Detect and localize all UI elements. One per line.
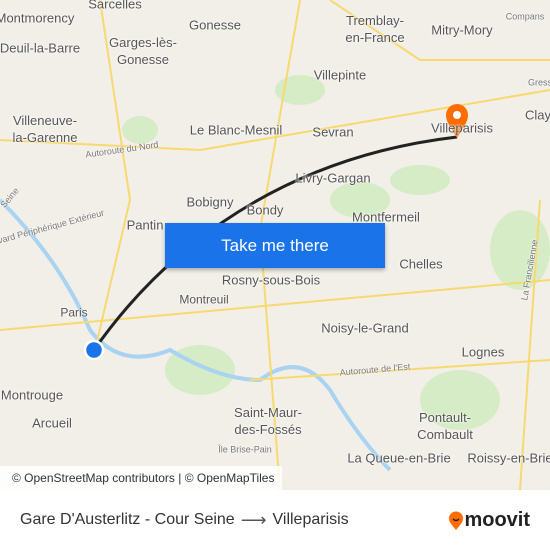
place-label: Montreuil — [179, 292, 229, 307]
place-label: Villeparisis — [431, 120, 493, 136]
place-label: Gonesse — [188, 17, 242, 33]
place-label: Montrouge — [0, 387, 64, 403]
place-label: Bondy — [246, 202, 284, 218]
moovit-pin-icon — [449, 511, 464, 530]
place-label: Pontault- Combault — [417, 410, 473, 442]
place-label: Lognes — [461, 344, 505, 360]
place-label: Bobigny — [186, 194, 234, 210]
place-label: Pantin — [126, 217, 164, 233]
place-label: Montmorency — [0, 10, 75, 26]
place-label: Chelles — [399, 256, 443, 272]
place-label-minor: Île Brise-Pain — [218, 444, 272, 455]
moovit-wordmark: moovit — [464, 509, 530, 531]
place-label: Arcueil — [32, 415, 72, 431]
place-label: Paris — [60, 305, 88, 320]
moovit-logo: moovit — [448, 509, 530, 532]
map[interactable]: Sarcelles Montmorency Gonesse Garges-lès… — [0, 0, 550, 490]
route-summary: Gare D'Austerlitz - Cour Seine ⟶ Villepa… — [20, 510, 349, 531]
place-label: Tremblay- en-France — [345, 13, 405, 45]
place-label: Villepinte — [313, 67, 367, 83]
place-label: Le Blanc-Mesnil — [189, 122, 283, 138]
place-label-minor: Gress — [527, 77, 550, 88]
place-label: Villeneuve- la-Garenne — [12, 113, 78, 145]
place-label: Rosny-sous-Bois — [221, 272, 321, 288]
map-attribution[interactable]: © OpenStreetMap contributors | © OpenMap… — [0, 466, 283, 490]
arrow-right-icon: ⟶ — [240, 509, 267, 530]
place-label: Garges-lès- Gonesse — [109, 35, 177, 67]
place-label: Saint-Maur- des-Fossés — [234, 405, 302, 437]
place-label: Clay — [524, 107, 550, 123]
take-me-there-button[interactable]: Take me there — [165, 223, 385, 268]
origin-marker[interactable] — [83, 339, 105, 361]
place-label: Deuil-la-Barre — [0, 40, 81, 56]
place-label: La Queue-en-Brie — [347, 450, 451, 466]
place-label: Sevran — [312, 124, 354, 140]
place-label: Livry-Gargan — [295, 170, 371, 186]
footer: Gare D'Austerlitz - Cour Seine ⟶ Villepa… — [0, 490, 550, 550]
place-label: Noisy-le-Grand — [321, 320, 409, 336]
place-label: Sarcelles — [88, 0, 142, 12]
place-label: Mitry-Mory — [431, 22, 493, 38]
place-label: Roissy-en-Brie — [467, 450, 550, 466]
origin-name: Gare D'Austerlitz - Cour Seine — [20, 511, 235, 528]
destination-name: Villeparisis — [272, 511, 349, 528]
place-label-minor: Compans — [505, 11, 545, 22]
